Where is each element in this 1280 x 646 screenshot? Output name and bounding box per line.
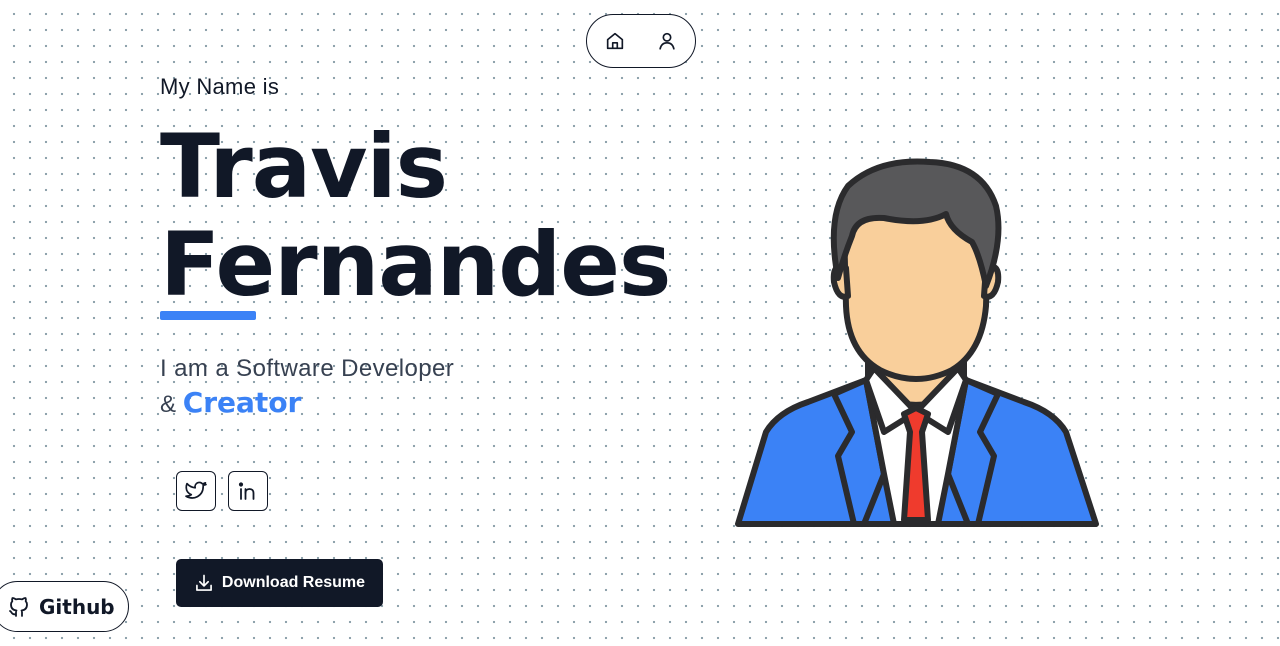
home-nav-button[interactable] — [602, 28, 628, 54]
last-name: Fernandes — [160, 213, 671, 316]
intro-text: My Name is — [160, 74, 280, 99]
github-icon — [9, 596, 28, 617]
linkedin-button[interactable] — [228, 471, 268, 511]
profile-nav-button[interactable] — [654, 28, 680, 54]
download-resume-label: Download Resume — [221, 574, 366, 591]
twitter-button[interactable] — [176, 471, 216, 511]
github-button[interactable]: Github — [0, 581, 129, 632]
top-nav — [586, 14, 696, 68]
developer-avatar-illustration — [735, 158, 1099, 527]
role-line-2: & Creator — [160, 388, 301, 420]
download-resume-button[interactable]: Download Resume — [176, 559, 383, 607]
name-underline — [160, 311, 256, 320]
twitter-icon — [185, 481, 207, 499]
hero-name: Travis Fernandes — [160, 115, 671, 316]
github-label: Github — [39, 594, 115, 619]
linkedin-icon — [238, 482, 255, 500]
role-accent: Creator — [182, 386, 302, 419]
role-prefix: & — [160, 391, 177, 418]
first-name: Travis — [160, 115, 448, 218]
role-line: I am a Software Developer — [160, 355, 455, 382]
tie — [901, 405, 931, 523]
download-icon — [196, 574, 212, 591]
home-icon — [606, 32, 624, 50]
user-icon — [659, 32, 675, 50]
